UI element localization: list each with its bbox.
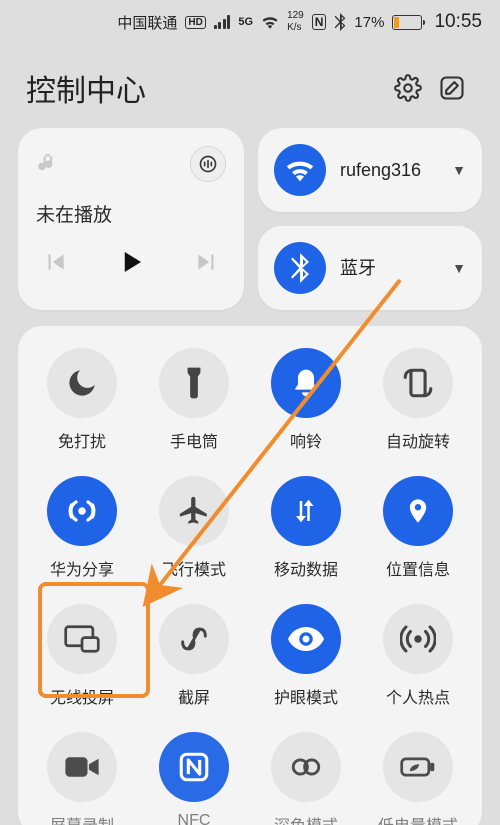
media-output-button[interactable] xyxy=(190,146,226,182)
rotate-icon xyxy=(383,348,453,418)
moon-icon xyxy=(47,348,117,418)
battery-leaf-icon xyxy=(383,732,453,802)
media-title: 未在播放 xyxy=(36,200,226,227)
chevron-down-icon[interactable]: ▼ xyxy=(452,260,466,276)
tile-hotspot[interactable]: 个人热点 xyxy=(364,604,472,722)
tile-location[interactable]: 位置信息 xyxy=(364,476,472,594)
bluetooth-icon xyxy=(274,242,326,294)
wifi-ssid: rufeng316 xyxy=(340,160,438,181)
page-title: 控制中心 xyxy=(26,66,386,110)
hd-icon: HD xyxy=(185,16,205,29)
prev-button[interactable] xyxy=(42,249,68,275)
screenshot-icon xyxy=(159,604,229,674)
carrier: 中国联通 xyxy=(117,12,177,33)
play-button[interactable] xyxy=(116,247,146,277)
dark-mode-icon xyxy=(271,732,341,802)
flashlight-icon xyxy=(159,348,229,418)
tile-screen-record[interactable]: 屏幕录制 xyxy=(28,732,136,825)
tile-screenshot[interactable]: 截屏 xyxy=(140,604,248,722)
settings-button[interactable] xyxy=(386,66,430,110)
bt-status-icon xyxy=(334,13,346,31)
tile-mobile-data[interactable]: 移动数据 xyxy=(252,476,360,594)
media-card[interactable]: 未在播放 xyxy=(18,128,244,310)
net-speed: 129K/s xyxy=(287,11,304,33)
battery-icon xyxy=(392,15,422,30)
tile-flashlight[interactable]: 手电筒 xyxy=(140,348,248,466)
network-type: 5G xyxy=(238,16,253,28)
hotspot-icon xyxy=(383,604,453,674)
location-icon xyxy=(383,476,453,546)
status-bar: 中国联通 HD 5G 129K/s N 17% 10:55 xyxy=(0,0,500,44)
wifi-tile[interactable]: rufeng316 ▼ xyxy=(258,128,482,212)
battery-pct: 17% xyxy=(354,14,384,31)
tile-eye-comfort[interactable]: 护眼模式 xyxy=(252,604,360,722)
bluetooth-tile[interactable]: 蓝牙 ▼ xyxy=(258,226,482,310)
tile-low-power[interactable]: 低电量模式 xyxy=(364,732,472,825)
edit-button[interactable] xyxy=(430,66,474,110)
share-icon xyxy=(47,476,117,546)
tile-huawei-share[interactable]: 华为分享 xyxy=(28,476,136,594)
signal-icon xyxy=(214,15,231,29)
nfc-status-icon: N xyxy=(312,14,327,30)
tile-ringer[interactable]: 响铃 xyxy=(252,348,360,466)
bluetooth-label: 蓝牙 xyxy=(340,258,438,279)
clock: 10:55 xyxy=(434,11,482,33)
quick-settings-grid: 免打扰 手电筒 响铃 自动旋转 华为分享 飞行模式 xyxy=(18,326,482,825)
music-note-icon xyxy=(36,151,62,177)
tile-dark-mode[interactable]: 深色模式 xyxy=(252,732,360,825)
tile-wireless-projection[interactable]: 无线投屏 xyxy=(28,604,136,722)
tile-airplane[interactable]: 飞行模式 xyxy=(140,476,248,594)
header: 控制中心 xyxy=(0,44,500,128)
wifi-status-icon xyxy=(261,15,279,29)
wifi-icon xyxy=(274,144,326,196)
tile-dnd[interactable]: 免打扰 xyxy=(28,348,136,466)
nfc-icon xyxy=(159,732,229,802)
tile-autorotate[interactable]: 自动旋转 xyxy=(364,348,472,466)
chevron-down-icon[interactable]: ▼ xyxy=(452,162,466,178)
record-icon xyxy=(47,732,117,802)
data-icon xyxy=(271,476,341,546)
next-button[interactable] xyxy=(194,249,220,275)
bell-icon xyxy=(271,348,341,418)
eye-icon xyxy=(271,604,341,674)
cast-icon xyxy=(47,604,117,674)
airplane-icon xyxy=(159,476,229,546)
tile-nfc[interactable]: NFC xyxy=(140,732,248,825)
